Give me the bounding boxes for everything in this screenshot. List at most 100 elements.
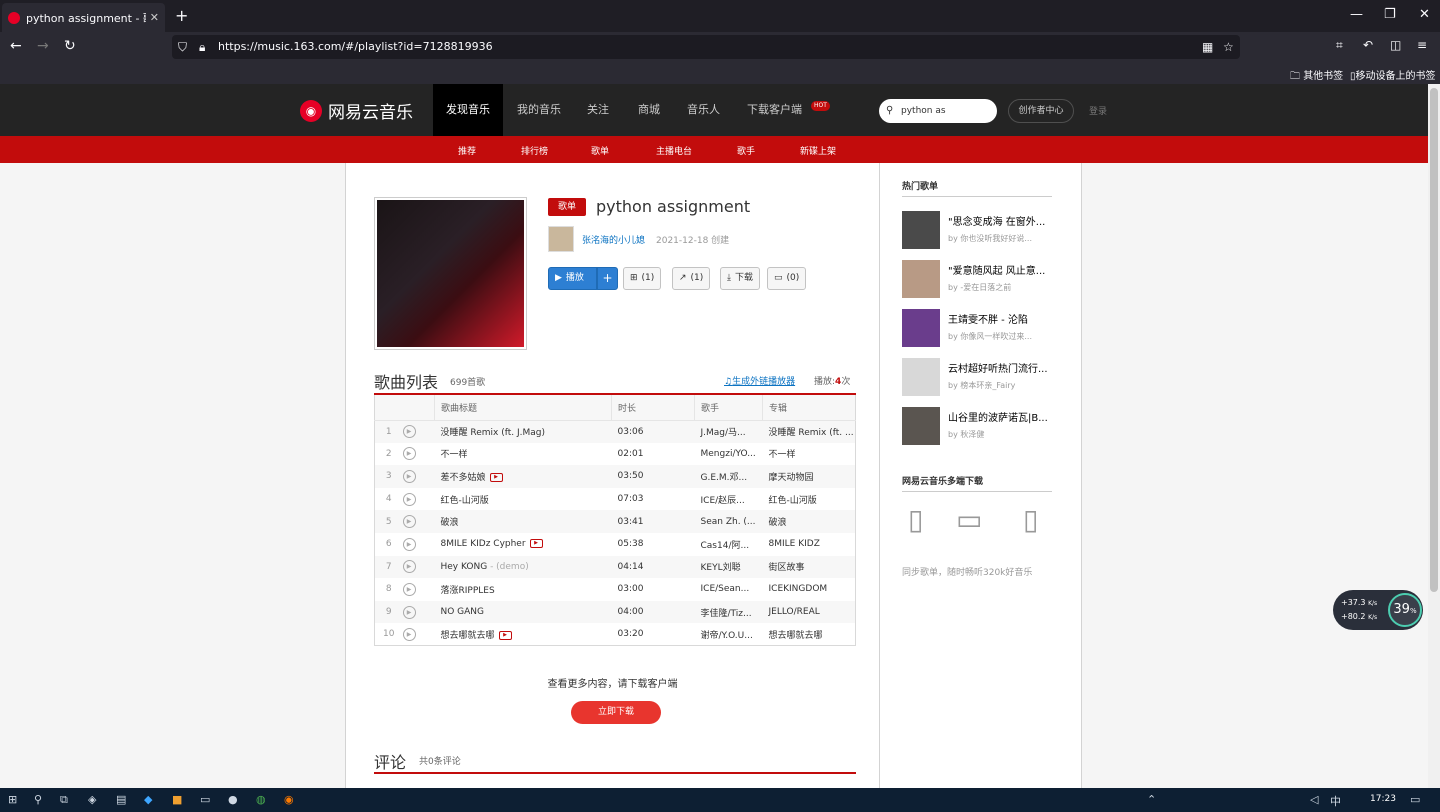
hot-playlist-item[interactable]: "思念变成海 在窗外... by 你也没听我好好说... — [902, 211, 1057, 251]
hot-playlist-item[interactable]: "爱意随风起 风止意... by -爱在日落之前 — [902, 260, 1057, 300]
mv-icon[interactable]: ▶ — [529, 539, 543, 549]
table-row[interactable]: 9 ▶ NO GANG 04:00 李佳隆/Tiz... JELLO/REAL — [374, 600, 856, 624]
table-row[interactable]: 8 ▶ 落涨RIPPLES 03:00 ICE/Sean... ICEKINGDOM — [375, 578, 856, 601]
bookmark-mobile[interactable]: ▯移动设备上的书签 — [1350, 67, 1436, 82]
song-artist[interactable]: J.Mag/马... — [694, 420, 763, 443]
song-artist[interactable]: KEYL刘聪 — [694, 555, 763, 579]
play-circle-icon[interactable]: ▶ — [402, 492, 416, 506]
song-album[interactable]: ICEKINGDOM — [763, 578, 856, 601]
play-circle-icon[interactable]: ▶ — [402, 447, 416, 461]
table-row[interactable]: 2 ▶ 不一样 02:01 Mengzi/YO... 不一样 — [375, 443, 856, 466]
start-icon[interactable]: ⊞ — [8, 793, 17, 806]
song-artist[interactable]: 谢帝/Y.O.U... — [695, 623, 763, 646]
bookmark-star-icon[interactable]: ☆ — [1223, 35, 1234, 59]
firefox-icon[interactable]: ◉ — [284, 793, 294, 806]
song-artist[interactable]: Cas14/阿... — [695, 533, 763, 556]
song-album[interactable]: 红色-山河版 — [763, 488, 856, 511]
song-title[interactable]: 红色-山河版 — [435, 488, 612, 511]
browser-tab[interactable]: python assignment - 歌单 - 网 ✕ — [2, 3, 165, 32]
creator-avatar[interactable] — [548, 226, 574, 252]
table-row[interactable]: 7 ▶ Hey KONG - (demo) 04:14 KEYL刘聪 街区故事 — [374, 555, 856, 579]
extension-icon[interactable]: ◫ — [1390, 38, 1401, 52]
hot-playlist-item[interactable]: 云村超好听热门流行... by 榜本环亲_Fairy — [902, 358, 1057, 398]
creator-name[interactable]: 张洺海的小儿媳 — [582, 233, 645, 246]
ime-indicator[interactable]: 中 — [1330, 793, 1341, 809]
song-title[interactable]: 不一样 — [435, 443, 612, 466]
subnav-playlists[interactable]: 歌单 — [591, 144, 609, 157]
nav-discover[interactable]: 发现音乐 — [433, 84, 503, 136]
login-link[interactable]: 登录 — [1089, 104, 1107, 117]
song-title[interactable]: 破浪 — [434, 510, 612, 533]
android-icon[interactable]: ▯ — [1023, 503, 1038, 536]
subnav-charts[interactable]: 排行榜 — [521, 144, 548, 157]
hot-playlist-item[interactable]: 山谷里的波萨诺瓦|B... by 秋泽健 — [902, 407, 1057, 447]
task-view-icon[interactable]: ⧉ — [60, 793, 68, 807]
song-album[interactable]: JELLO/REAL — [762, 600, 856, 624]
song-album[interactable]: 破浪 — [762, 510, 856, 533]
play-circle-icon[interactable]: ▶ — [402, 425, 416, 439]
minimize-icon[interactable]: — — [1350, 7, 1363, 22]
hot-playlist-item[interactable]: 王靖雯不胖 - 沦陷 by 你像风一样吹过来... — [902, 309, 1057, 349]
collect-button[interactable]: ⊞ (1) — [623, 267, 662, 290]
song-artist[interactable]: G.E.M.邓... — [694, 465, 763, 488]
chrome-icon[interactable]: ◍ — [256, 793, 266, 806]
play-circle-icon[interactable]: ▶ — [402, 537, 416, 551]
play-circle-icon[interactable]: ▶ — [402, 627, 416, 641]
crop-icon[interactable]: ⌗ — [1336, 38, 1343, 53]
nav-my-music[interactable]: 我的音乐 — [504, 84, 574, 136]
github-icon[interactable]: ● — [228, 793, 238, 806]
vscode-icon[interactable]: ◆ — [144, 793, 152, 806]
play-circle-icon[interactable]: ▶ — [402, 605, 416, 619]
song-album[interactable]: 摩天动物园 — [762, 465, 856, 488]
notification-icon[interactable]: ▭ — [1410, 793, 1420, 806]
song-album[interactable]: 不一样 — [763, 443, 856, 466]
terminal-icon[interactable]: ▭ — [200, 793, 210, 806]
app-icon[interactable]: ◈ — [88, 793, 96, 806]
close-window-icon[interactable]: ✕ — [1419, 7, 1430, 22]
play-circle-icon[interactable]: ▶ — [402, 515, 416, 529]
download-button[interactable]: ⤓ 下载 — [720, 267, 760, 290]
song-artist[interactable]: 李佳隆/Tiz... — [694, 600, 763, 624]
table-row[interactable]: 1 ▶ 没睡醒 Remix (ft. J.Mag) 03:06 J.Mag/马... 没睡… — [374, 420, 856, 443]
song-title[interactable]: 落涨RIPPLES — [435, 578, 612, 601]
song-title[interactable]: NO GANG — [434, 600, 612, 624]
play-button[interactable]: ▶ 播放 — [548, 267, 597, 290]
qr-icon[interactable]: ▦ — [1202, 35, 1213, 59]
nav-mall[interactable]: 商城 — [625, 84, 673, 136]
url-bar[interactable]: ⛉ 🔒︎ https://music.163.com/#/playlist?id… — [172, 35, 1240, 59]
scrollbar-thumb[interactable] — [1430, 88, 1438, 592]
mv-icon[interactable]: ▶ — [498, 630, 512, 640]
song-title[interactable]: 8MILE KIDz Cypher ▶ — [435, 533, 612, 556]
menu-icon[interactable]: ≡ — [1417, 38, 1427, 52]
subnav-radio[interactable]: 主播电台 — [656, 144, 692, 157]
apple-icon[interactable]: ▯ — [908, 503, 923, 536]
forward-icon[interactable]: → — [37, 38, 49, 54]
volume-icon[interactable]: ◁ — [1310, 793, 1318, 806]
download-now-button[interactable]: 立即下载 — [571, 701, 661, 724]
comment-button[interactable]: ▭ (0) — [767, 267, 807, 290]
reload-icon[interactable]: ↻ — [64, 38, 76, 54]
song-artist[interactable]: ICE/Sean... — [695, 578, 763, 601]
restore-icon[interactable]: ❐ — [1384, 7, 1396, 22]
mv-icon[interactable]: ▶ — [489, 472, 503, 482]
subnav-new-albums[interactable]: 新碟上架 — [800, 144, 836, 157]
song-title[interactable]: 差不多姑娘 ▶ — [434, 465, 612, 488]
song-album[interactable]: 想去哪就去哪 — [763, 623, 856, 646]
song-album[interactable]: 没睡醒 Remix (ft. ... — [762, 420, 856, 443]
play-circle-icon[interactable]: ▶ — [402, 560, 416, 574]
table-row[interactable]: 4 ▶ 红色-山河版 07:03 ICE/赵辰... 红色-山河版 — [375, 488, 856, 511]
new-tab-icon[interactable]: + — [175, 6, 188, 25]
back-icon[interactable]: ← — [10, 38, 22, 54]
table-row[interactable]: 5 ▶ 破浪 03:41 Sean Zh. (... 破浪 — [374, 510, 856, 533]
undo-icon[interactable]: ↶ — [1363, 38, 1373, 52]
outlink-player-link[interactable]: ♫生成外链播放器 — [724, 374, 795, 387]
song-title[interactable]: Hey KONG - (demo) — [434, 555, 612, 579]
song-title[interactable]: 想去哪就去哪 ▶ — [435, 623, 612, 646]
song-album[interactable]: 8MILE KIDZ — [763, 533, 856, 556]
page-scrollbar[interactable] — [1428, 84, 1440, 788]
share-button[interactable]: ↗ (1) — [672, 267, 711, 290]
song-title[interactable]: 没睡醒 Remix (ft. J.Mag) — [434, 420, 612, 443]
site-logo[interactable]: ◉ 网易云音乐 — [300, 98, 413, 123]
search-input[interactable]: ⚲ python as — [879, 99, 997, 123]
nav-download-client[interactable]: 下载客户端 — [734, 84, 815, 136]
